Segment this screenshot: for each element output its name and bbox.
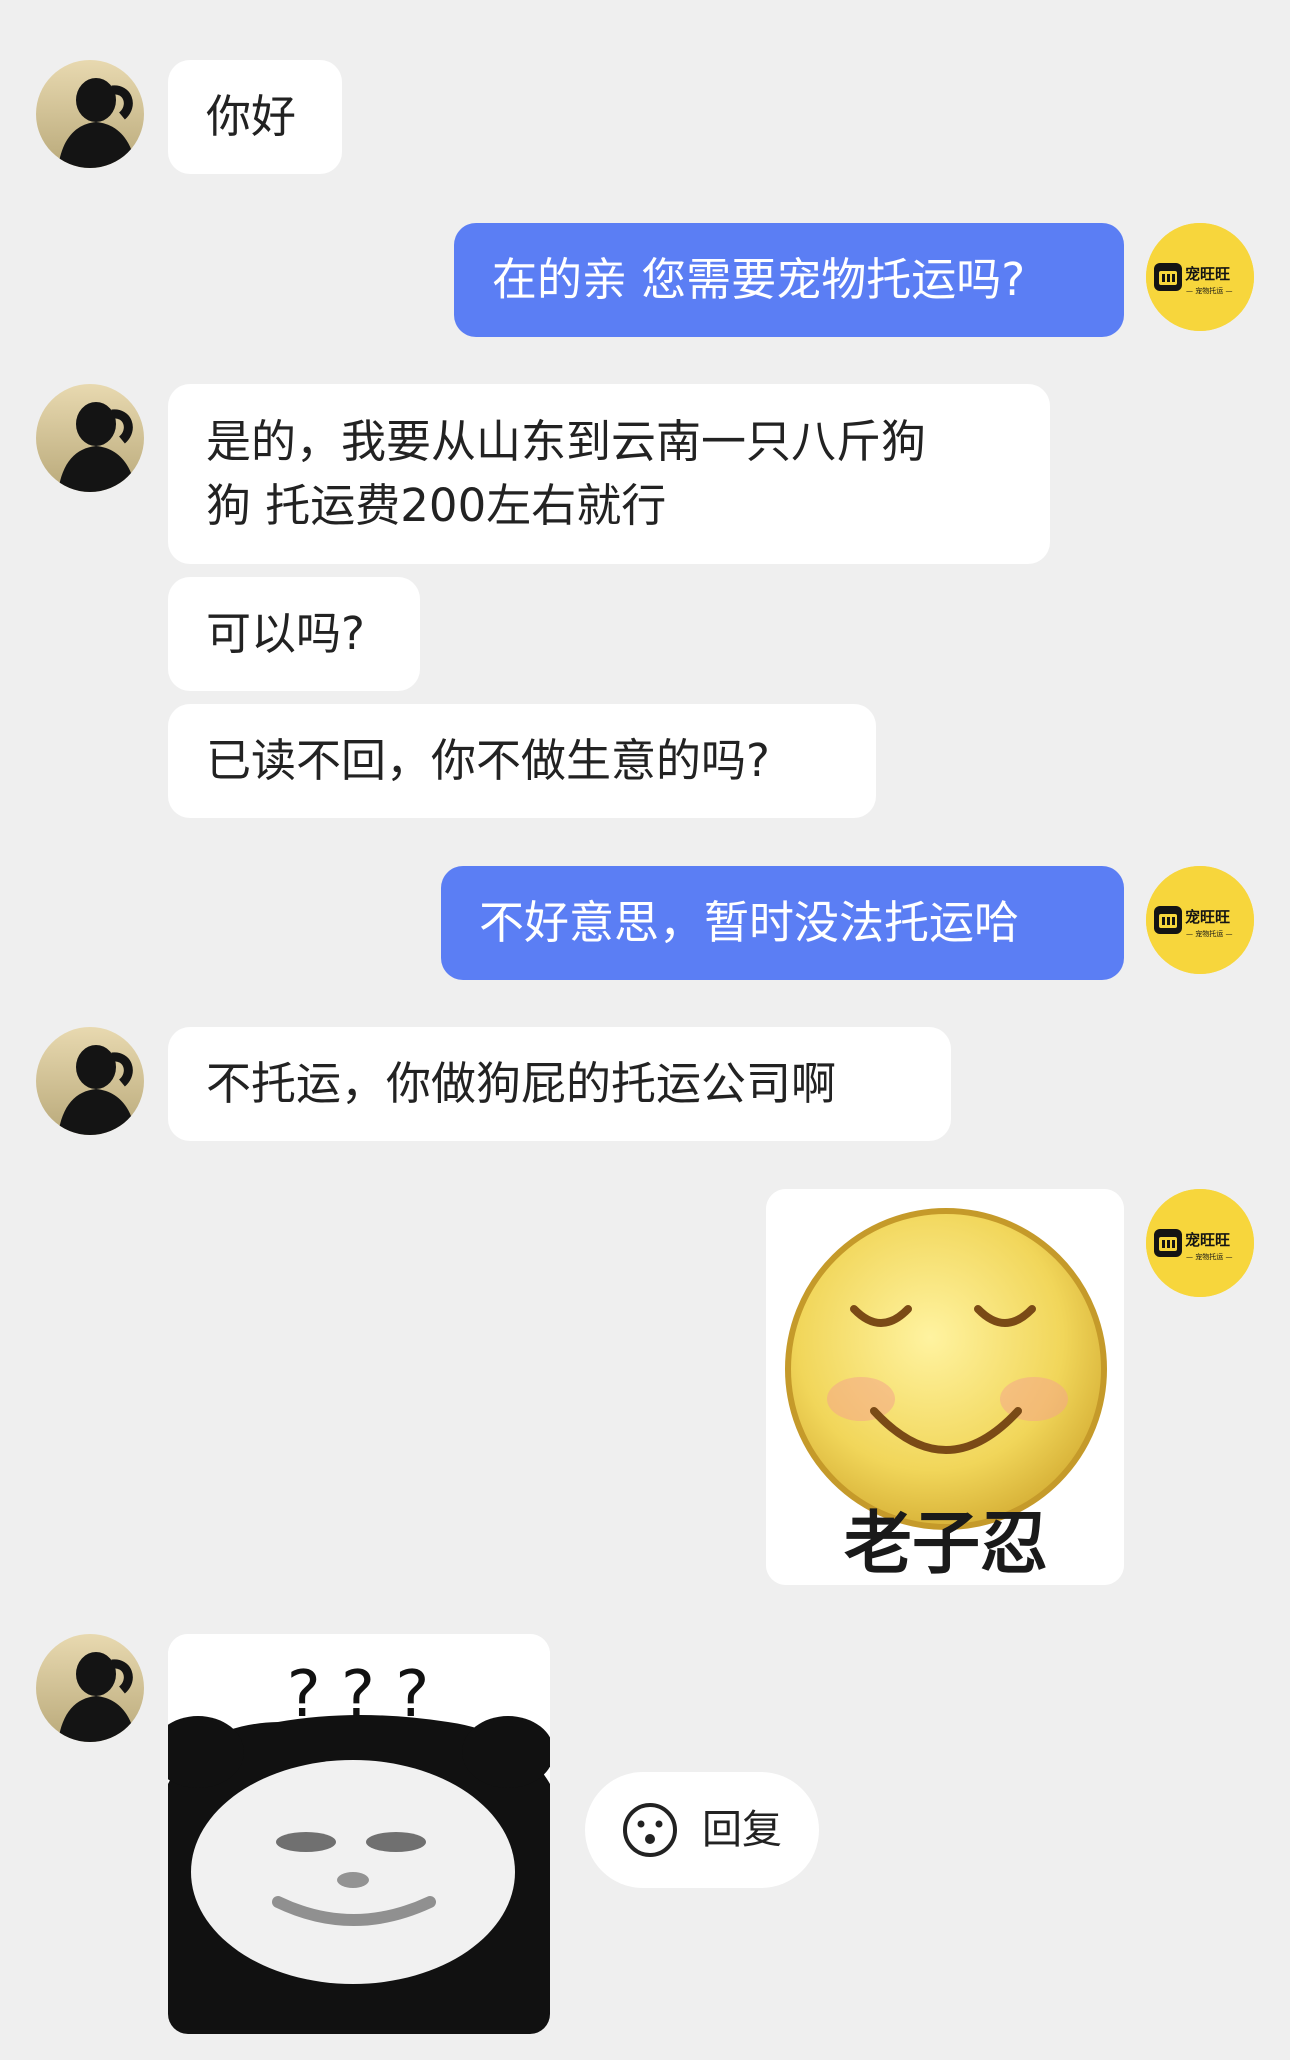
shop-avatar[interactable]: 宠旺旺 — 宠物托运 —	[1146, 1189, 1254, 1297]
message-text: 不托运，你做狗屁的托运公司啊	[206, 1057, 837, 1110]
shop-avatar[interactable]: 宠旺旺 — 宠物托运 —	[1146, 866, 1254, 974]
message-text: 在的亲 您需要宠物托运吗?	[492, 253, 1026, 306]
message-text: 你好	[206, 90, 297, 143]
message-text-line: 狗 托运费200左右就行	[206, 479, 667, 532]
svg-text:— 宠物托运 —: — 宠物托运 —	[1186, 1252, 1232, 1261]
sticker-message[interactable]: ? ? ?	[168, 1634, 550, 2034]
message-text: 可以吗?	[206, 607, 365, 660]
message-bubble-incoming[interactable]: 你好	[168, 60, 342, 174]
message-text-line: 是的，我要从山东到云南一只八斤狗	[206, 415, 927, 468]
message-bubble-incoming[interactable]: 不托运，你做狗屁的托运公司啊	[168, 1027, 951, 1141]
message-bubble-incoming[interactable]: 已读不回，你不做生意的吗?	[168, 704, 876, 818]
reply-label: 回复	[702, 1807, 782, 1853]
message-bubble-incoming[interactable]: 可以吗?	[168, 577, 420, 691]
sticker-message[interactable]: 老子忍	[766, 1189, 1124, 1585]
svg-text:— 宠物托运 —: — 宠物托运 —	[1186, 286, 1232, 295]
reply-button[interactable]: 回复	[585, 1772, 819, 1888]
shop-logo-icon: 宠旺旺 — 宠物托运 —	[1146, 1189, 1254, 1297]
smiling-face-sticker: 老子忍	[766, 1189, 1124, 1585]
message-text: 已读不回，你不做生意的吗?	[206, 734, 770, 787]
customer-avatar[interactable]	[36, 1634, 144, 1742]
customer-avatar[interactable]	[36, 60, 144, 168]
customer-avatar-image	[36, 1027, 144, 1135]
message-bubble-outgoing[interactable]: 不好意思，暂时没法托运哈	[441, 866, 1124, 980]
message-bubble-outgoing[interactable]: 在的亲 您需要宠物托运吗?	[454, 223, 1124, 337]
message-bubble-incoming[interactable]: 是的，我要从山东到云南一只八斤狗 狗 托运费200左右就行	[168, 384, 1050, 564]
customer-avatar[interactable]	[36, 384, 144, 492]
svg-text:— 宠物托运 —: — 宠物托运 —	[1186, 929, 1232, 938]
customer-avatar[interactable]	[36, 1027, 144, 1135]
svg-text:宠旺旺: 宠旺旺	[1185, 265, 1230, 283]
shop-logo-icon: 宠旺旺 — 宠物托运 —	[1146, 866, 1254, 974]
message-text: 不好意思，暂时没法托运哈	[479, 896, 1020, 949]
smiley-icon	[623, 1803, 677, 1857]
customer-avatar-image	[36, 384, 144, 492]
customer-avatar-image	[36, 1634, 144, 1742]
shop-avatar[interactable]: 宠旺旺 — 宠物托运 —	[1146, 223, 1254, 331]
svg-text:宠旺旺: 宠旺旺	[1185, 908, 1230, 926]
svg-text:宠旺旺: 宠旺旺	[1185, 1231, 1230, 1249]
sticker-caption: 老子忍	[844, 1505, 1048, 1584]
panda-confused-sticker: ? ? ?	[168, 1634, 550, 2034]
customer-avatar-image	[36, 60, 144, 168]
shop-logo-icon: 宠旺旺 — 宠物托运 —	[1146, 223, 1254, 331]
